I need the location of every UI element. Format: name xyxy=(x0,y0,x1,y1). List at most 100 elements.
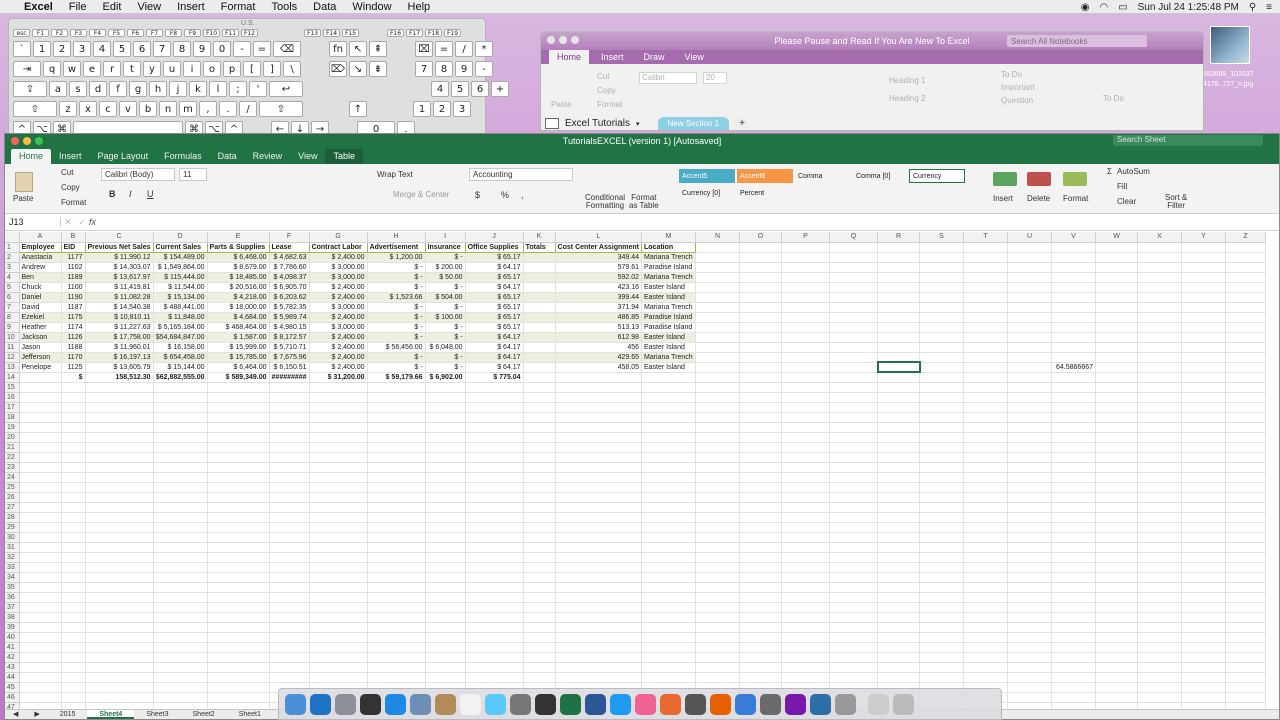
cell[interactable] xyxy=(829,572,878,583)
table-row-cell[interactable]: 1190 xyxy=(61,292,86,303)
cell[interactable] xyxy=(1007,402,1052,413)
cell[interactable] xyxy=(465,542,524,553)
cell[interactable] xyxy=(1225,502,1266,513)
cell[interactable] xyxy=(641,632,696,643)
cell[interactable] xyxy=(781,292,830,303)
clear-button[interactable]: Clear xyxy=(1117,197,1136,206)
cell[interactable] xyxy=(1137,612,1182,623)
cell[interactable] xyxy=(19,382,62,393)
cell[interactable] xyxy=(1051,662,1096,673)
cell[interactable] xyxy=(739,512,782,523)
onenote-paste-button[interactable]: Paste xyxy=(551,100,571,109)
cell[interactable] xyxy=(1181,352,1226,363)
cell[interactable] xyxy=(1181,242,1226,253)
table-row-cell[interactable]: $ 10,810.11 xyxy=(85,312,154,323)
cell[interactable] xyxy=(207,692,270,703)
row-header[interactable]: 15 xyxy=(5,382,20,393)
cell[interactable] xyxy=(781,322,830,333)
cell[interactable] xyxy=(309,432,368,443)
key[interactable]: F12 xyxy=(241,29,258,37)
cell[interactable] xyxy=(1137,522,1182,533)
row-header[interactable]: 7 xyxy=(5,302,20,313)
cell[interactable] xyxy=(1095,452,1138,463)
contacts-icon[interactable] xyxy=(435,693,456,715)
column-header[interactable]: J xyxy=(465,232,524,243)
cell[interactable] xyxy=(367,502,426,513)
table-row-cell[interactable]: $ 3,000.00 xyxy=(309,262,368,273)
cell[interactable] xyxy=(963,282,1008,293)
cell[interactable] xyxy=(207,642,270,653)
cell[interactable] xyxy=(1137,572,1182,583)
table-row-cell[interactable]: $ 15,144.00 xyxy=(153,362,208,373)
table-row-cell[interactable]: $ 6,203.62 xyxy=(269,292,310,303)
cell[interactable] xyxy=(207,422,270,433)
table-row-cell[interactable]: $ 7,675.96 xyxy=(269,352,310,363)
cell[interactable] xyxy=(1137,302,1182,313)
cell[interactable] xyxy=(19,642,62,653)
cell[interactable] xyxy=(919,432,964,443)
table-row-cell[interactable]: $ 488,441.00 xyxy=(153,302,208,313)
key[interactable]: ⇟ xyxy=(369,61,387,77)
cell[interactable] xyxy=(1225,512,1266,523)
cell[interactable] xyxy=(1181,562,1226,573)
table-row-cell[interactable]: $ 65.17 xyxy=(465,272,524,283)
table-row-cell[interactable]: $ 64.17 xyxy=(465,262,524,273)
cell[interactable] xyxy=(919,562,964,573)
cell[interactable] xyxy=(367,612,426,623)
cell[interactable] xyxy=(61,512,86,523)
cell[interactable] xyxy=(555,472,643,483)
cell[interactable] xyxy=(695,502,740,513)
cell[interactable] xyxy=(1137,372,1182,383)
cell[interactable] xyxy=(829,262,878,273)
column-header[interactable]: V xyxy=(1051,232,1096,243)
cell[interactable] xyxy=(523,612,556,623)
cell[interactable] xyxy=(1095,322,1138,333)
cell[interactable] xyxy=(269,452,310,463)
cell[interactable] xyxy=(877,602,920,613)
cell[interactable] xyxy=(1007,272,1052,283)
table-header-cell[interactable]: Advertisement xyxy=(366,241,426,253)
cell[interactable] xyxy=(1137,682,1182,693)
cell[interactable] xyxy=(1225,332,1266,343)
cell[interactable] xyxy=(269,552,310,563)
style-percent[interactable]: Percent xyxy=(737,186,793,200)
cell[interactable] xyxy=(919,532,964,543)
cell[interactable] xyxy=(85,562,154,573)
cell[interactable] xyxy=(207,562,270,573)
key[interactable]: - xyxy=(475,61,493,77)
cell[interactable] xyxy=(207,452,270,463)
cell[interactable] xyxy=(1225,302,1266,313)
cell[interactable] xyxy=(781,662,830,673)
cell[interactable] xyxy=(207,652,270,663)
cell[interactable] xyxy=(1137,422,1182,433)
currency-button[interactable]: $ xyxy=(475,190,480,200)
cell[interactable] xyxy=(739,482,782,493)
section-tab[interactable]: New Section 1 xyxy=(657,117,730,130)
key[interactable]: ⇪ xyxy=(13,81,47,97)
key[interactable]: F13 xyxy=(304,29,321,37)
cell[interactable] xyxy=(1225,572,1266,583)
onenote-icon[interactable] xyxy=(785,693,806,715)
cell[interactable] xyxy=(85,522,154,533)
cell[interactable] xyxy=(829,612,878,623)
cell[interactable] xyxy=(1225,682,1266,693)
table-header-cell[interactable]: Current Sales xyxy=(152,241,208,253)
cell[interactable] xyxy=(19,622,62,633)
key[interactable]: 1 xyxy=(33,41,51,57)
cell[interactable] xyxy=(963,242,1008,253)
cell[interactable] xyxy=(1137,642,1182,653)
cell[interactable] xyxy=(269,412,310,423)
table-row-cell[interactable]: $ 20,516.00 xyxy=(207,282,270,293)
cell[interactable] xyxy=(829,392,878,403)
screen-icon[interactable] xyxy=(760,693,781,715)
paste-button[interactable]: Paste xyxy=(13,194,33,203)
notebook-name[interactable]: Excel Tutorials xyxy=(565,118,630,129)
wifi-icon[interactable]: ◠ xyxy=(1099,2,1108,13)
cell[interactable] xyxy=(207,622,270,633)
cell[interactable] xyxy=(829,432,878,443)
cell[interactable] xyxy=(963,582,1008,593)
cell[interactable] xyxy=(1181,502,1226,513)
cell[interactable] xyxy=(739,332,782,343)
cell[interactable] xyxy=(1095,272,1138,283)
cell[interactable] xyxy=(1095,532,1138,543)
